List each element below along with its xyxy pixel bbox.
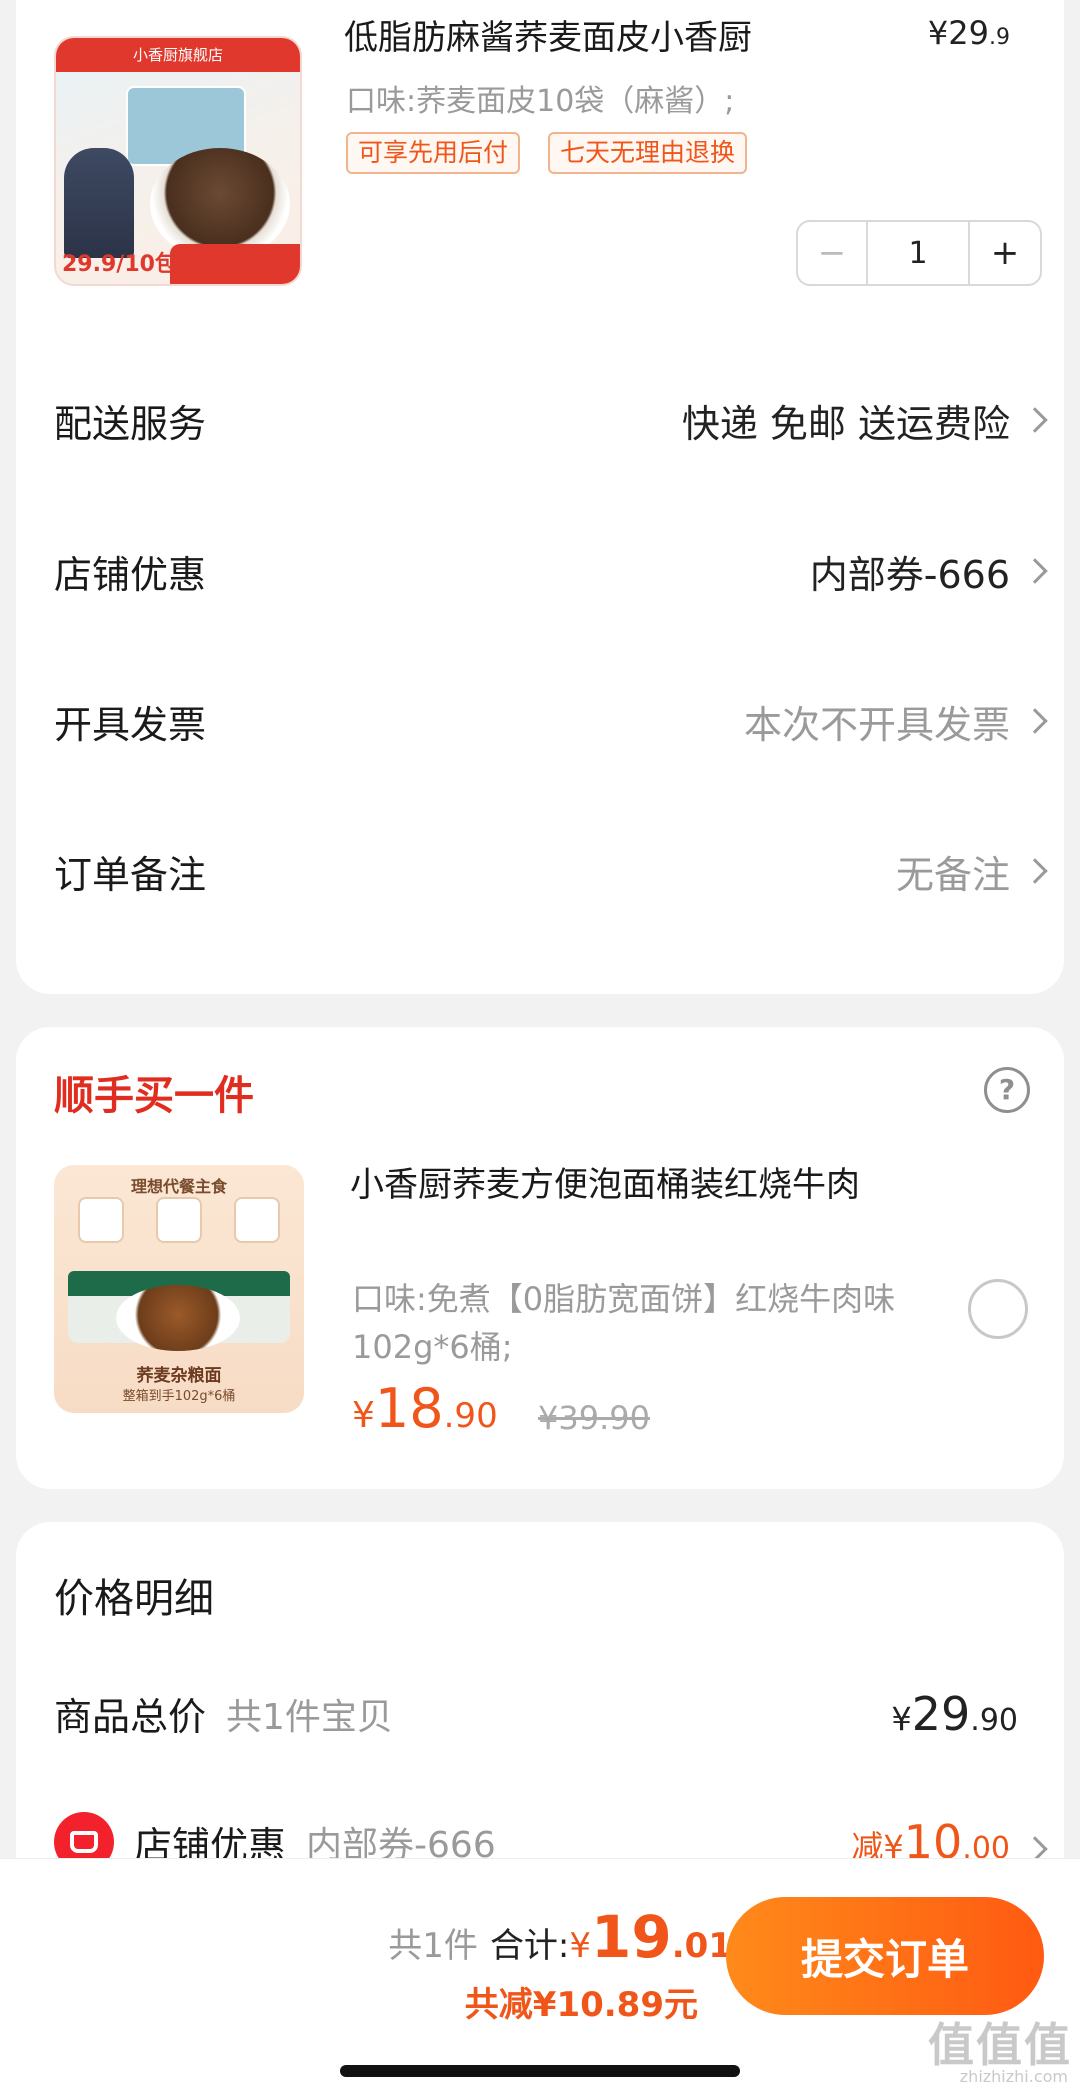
- option-value: 无备注: [895, 844, 1048, 899]
- detail-row-total: 商品总价 共1件宝贝 ¥29.90: [54, 1686, 1044, 1741]
- delivery-value: 快递 免邮 送运费险: [681, 401, 1010, 446]
- chevron-right-icon: [1022, 858, 1048, 884]
- price-int: 18: [374, 1377, 444, 1440]
- amount-int: 29: [911, 1686, 971, 1741]
- option-value: 本次不开具发票: [743, 694, 1048, 749]
- total-dec: .01: [671, 1926, 732, 1966]
- addon-thumbnail[interactable]: 理想代餐主食 荞麦杂粮面 整箱到手102g*6桶: [54, 1165, 304, 1413]
- product-spec[interactable]: 口味:荞麦面皮10袋（麻酱）;: [346, 76, 734, 120]
- product-price: ¥29.9: [928, 14, 1010, 52]
- order-card: 小香厨旗舰店 29.9/10包 低脂肪麻酱荞麦面皮小香厨 ¥29.9 口味:荞麦…: [16, 0, 1064, 994]
- price-decimal: .9: [989, 25, 1010, 50]
- promo-strip: [170, 244, 300, 284]
- addon-spec[interactable]: 口味:免煮【0脂肪宽面饼】红烧牛肉味102g*6桶;: [352, 1275, 952, 1371]
- thumb-label: 荞麦杂粮面: [136, 1366, 222, 1386]
- chevron-right-icon: [1022, 558, 1048, 584]
- option-shop-discount[interactable]: 店铺优惠 内部券-666: [54, 526, 1048, 616]
- option-value: 快递 免邮 送运费险: [681, 393, 1048, 448]
- feature-icon: [234, 1197, 280, 1243]
- saved-amount: 共减¥10.89元: [464, 1985, 698, 2025]
- addon-card: 顺手买一件 ? 理想代餐主食 荞麦杂粮面 整箱到手102g*6桶 小香厨荞麦方便…: [16, 1027, 1064, 1489]
- help-icon[interactable]: ?: [984, 1067, 1030, 1113]
- watermark-sub: zhizhizhi.com: [959, 2067, 1068, 2086]
- thumb-banner: 小香厨旗舰店: [56, 38, 300, 72]
- option-remark[interactable]: 订单备注 无备注: [54, 826, 1048, 916]
- total-label: 合计:: [489, 1926, 570, 1966]
- chevron-right-icon: [1022, 708, 1048, 734]
- product-thumbnail[interactable]: 小香厨旗舰店 29.9/10包: [54, 36, 302, 286]
- submit-order-button[interactable]: 提交订单: [726, 1897, 1044, 2015]
- addon-title: 顺手买一件: [54, 1073, 254, 1119]
- detail-title: 价格明细: [54, 1576, 214, 1622]
- summary-line: 共1件 合计: ¥ 19 .01: [388, 1903, 732, 1971]
- tag-free-return: 七天无理由退换: [548, 132, 748, 174]
- option-label: 配送服务: [54, 401, 207, 446]
- item-count: 共1件: [388, 1926, 478, 1966]
- total-amount: ¥29.90: [891, 1687, 1018, 1741]
- option-label: 店铺优惠: [54, 552, 207, 597]
- watermark: 值值值: [928, 2018, 1072, 2072]
- option-invoice[interactable]: 开具发票 本次不开具发票: [54, 676, 1048, 766]
- cup-image: [244, 1271, 290, 1343]
- quantity-stepper: − 1 +: [796, 220, 1042, 286]
- feature-icon: [78, 1197, 124, 1243]
- option-delivery[interactable]: 配送服务 快递 免邮 送运费险: [54, 375, 1048, 465]
- currency: ¥: [891, 1699, 912, 1738]
- feature-icon: [156, 1197, 202, 1243]
- currency: ¥: [569, 1926, 592, 1966]
- price-dec: .90: [443, 1396, 498, 1436]
- invoice-value: 本次不开具发票: [743, 702, 1010, 747]
- addon-name[interactable]: 小香厨荞麦方便泡面桶装红烧牛肉: [350, 1159, 930, 1211]
- quantity-value[interactable]: 1: [868, 222, 968, 284]
- amount-dec: .90: [970, 1702, 1018, 1738]
- tag-pay-later: 可享先用后付: [346, 132, 521, 174]
- addon-price: ¥18.90: [352, 1377, 498, 1440]
- option-label: 开具发票: [54, 702, 207, 747]
- thumb-sub: 整箱到手102g*6桶: [122, 1389, 236, 1404]
- home-indicator[interactable]: [340, 2065, 740, 2077]
- chevron-right-icon: [1022, 407, 1048, 433]
- total-int: 19: [591, 1903, 672, 1971]
- product-name[interactable]: 低脂肪麻酱荞麦面皮小香厨: [344, 10, 752, 59]
- total-sub: 共1件宝贝: [226, 1696, 393, 1738]
- thumb-caption: 理想代餐主食: [130, 1177, 227, 1196]
- person-image: [64, 148, 134, 258]
- remark-value: 无备注: [895, 852, 1010, 897]
- thumb-price: 29.9/10包: [62, 252, 177, 277]
- option-value: 内部券-666: [809, 544, 1048, 599]
- plus-icon[interactable]: +: [968, 222, 1040, 284]
- discount-value: 内部券-666: [809, 552, 1010, 597]
- bowl-image: [116, 1285, 240, 1351]
- price-main: ¥29: [927, 14, 989, 52]
- addon-original-price: ¥39.90: [538, 1399, 650, 1437]
- minus-icon[interactable]: −: [798, 222, 868, 284]
- option-label: 订单备注: [54, 852, 207, 897]
- total-label: 商品总价: [54, 1695, 207, 1739]
- bottom-bar: 共1件 合计: ¥ 19 .01 共减¥10.89元 提交订单 值值值 zhiz…: [0, 1858, 1080, 2091]
- radio-icon[interactable]: [968, 1279, 1028, 1339]
- currency: ¥: [352, 1395, 375, 1436]
